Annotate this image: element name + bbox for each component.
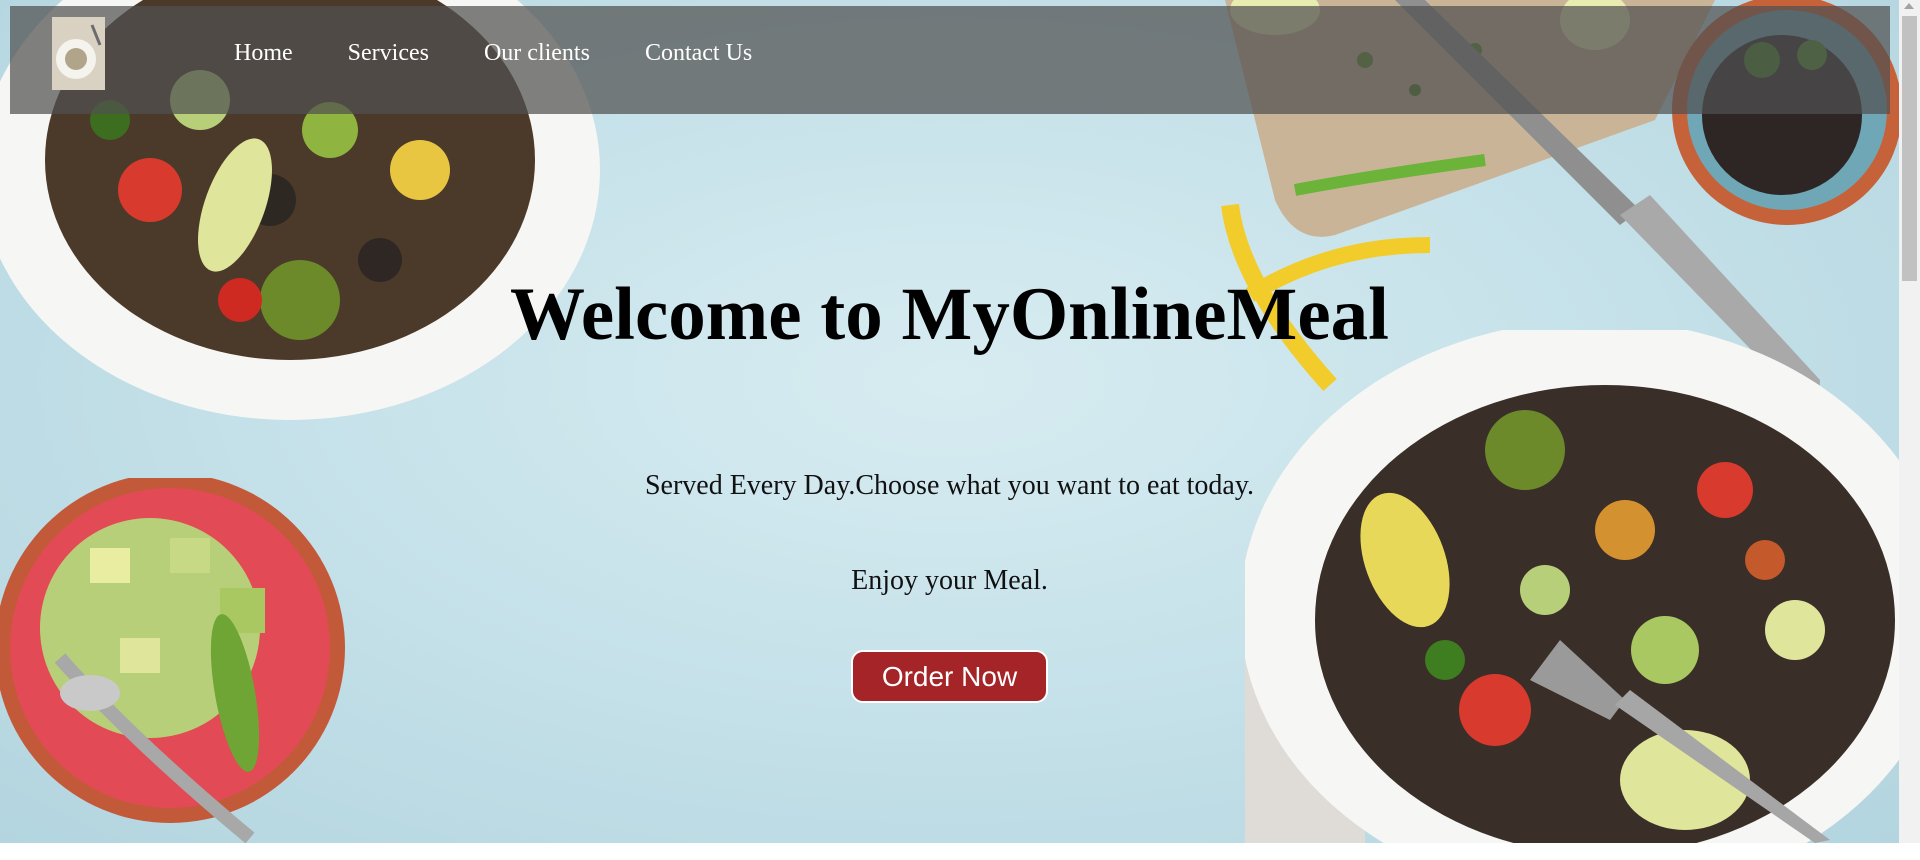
avocado-bowl-image (0, 478, 345, 843)
page: Home Services Our clients Contact Us Wel… (0, 0, 1899, 843)
nav-link-contact-us[interactable]: Contact Us (645, 40, 752, 67)
fork-image (1530, 640, 1830, 843)
nav-link-services[interactable]: Services (348, 40, 429, 67)
hero-title: Welcome to MyOnlineMeal (510, 273, 1389, 356)
scroll-up-arrow-icon[interactable] (1904, 3, 1914, 9)
order-now-button[interactable]: Order Now (851, 650, 1048, 703)
hero-tagline: Enjoy your Meal. (851, 565, 1048, 596)
logo-icon[interactable] (50, 15, 107, 92)
nav-link-our-clients[interactable]: Our clients (484, 40, 590, 67)
hero-subtitle: Served Every Day.Choose what you want to… (644, 470, 1255, 501)
nav-link-home[interactable]: Home (234, 40, 293, 67)
nav-links: Home Services Our clients Contact Us (234, 40, 807, 67)
bottom-strip (0, 843, 1920, 860)
scrollbar-thumb[interactable] (1902, 16, 1917, 281)
